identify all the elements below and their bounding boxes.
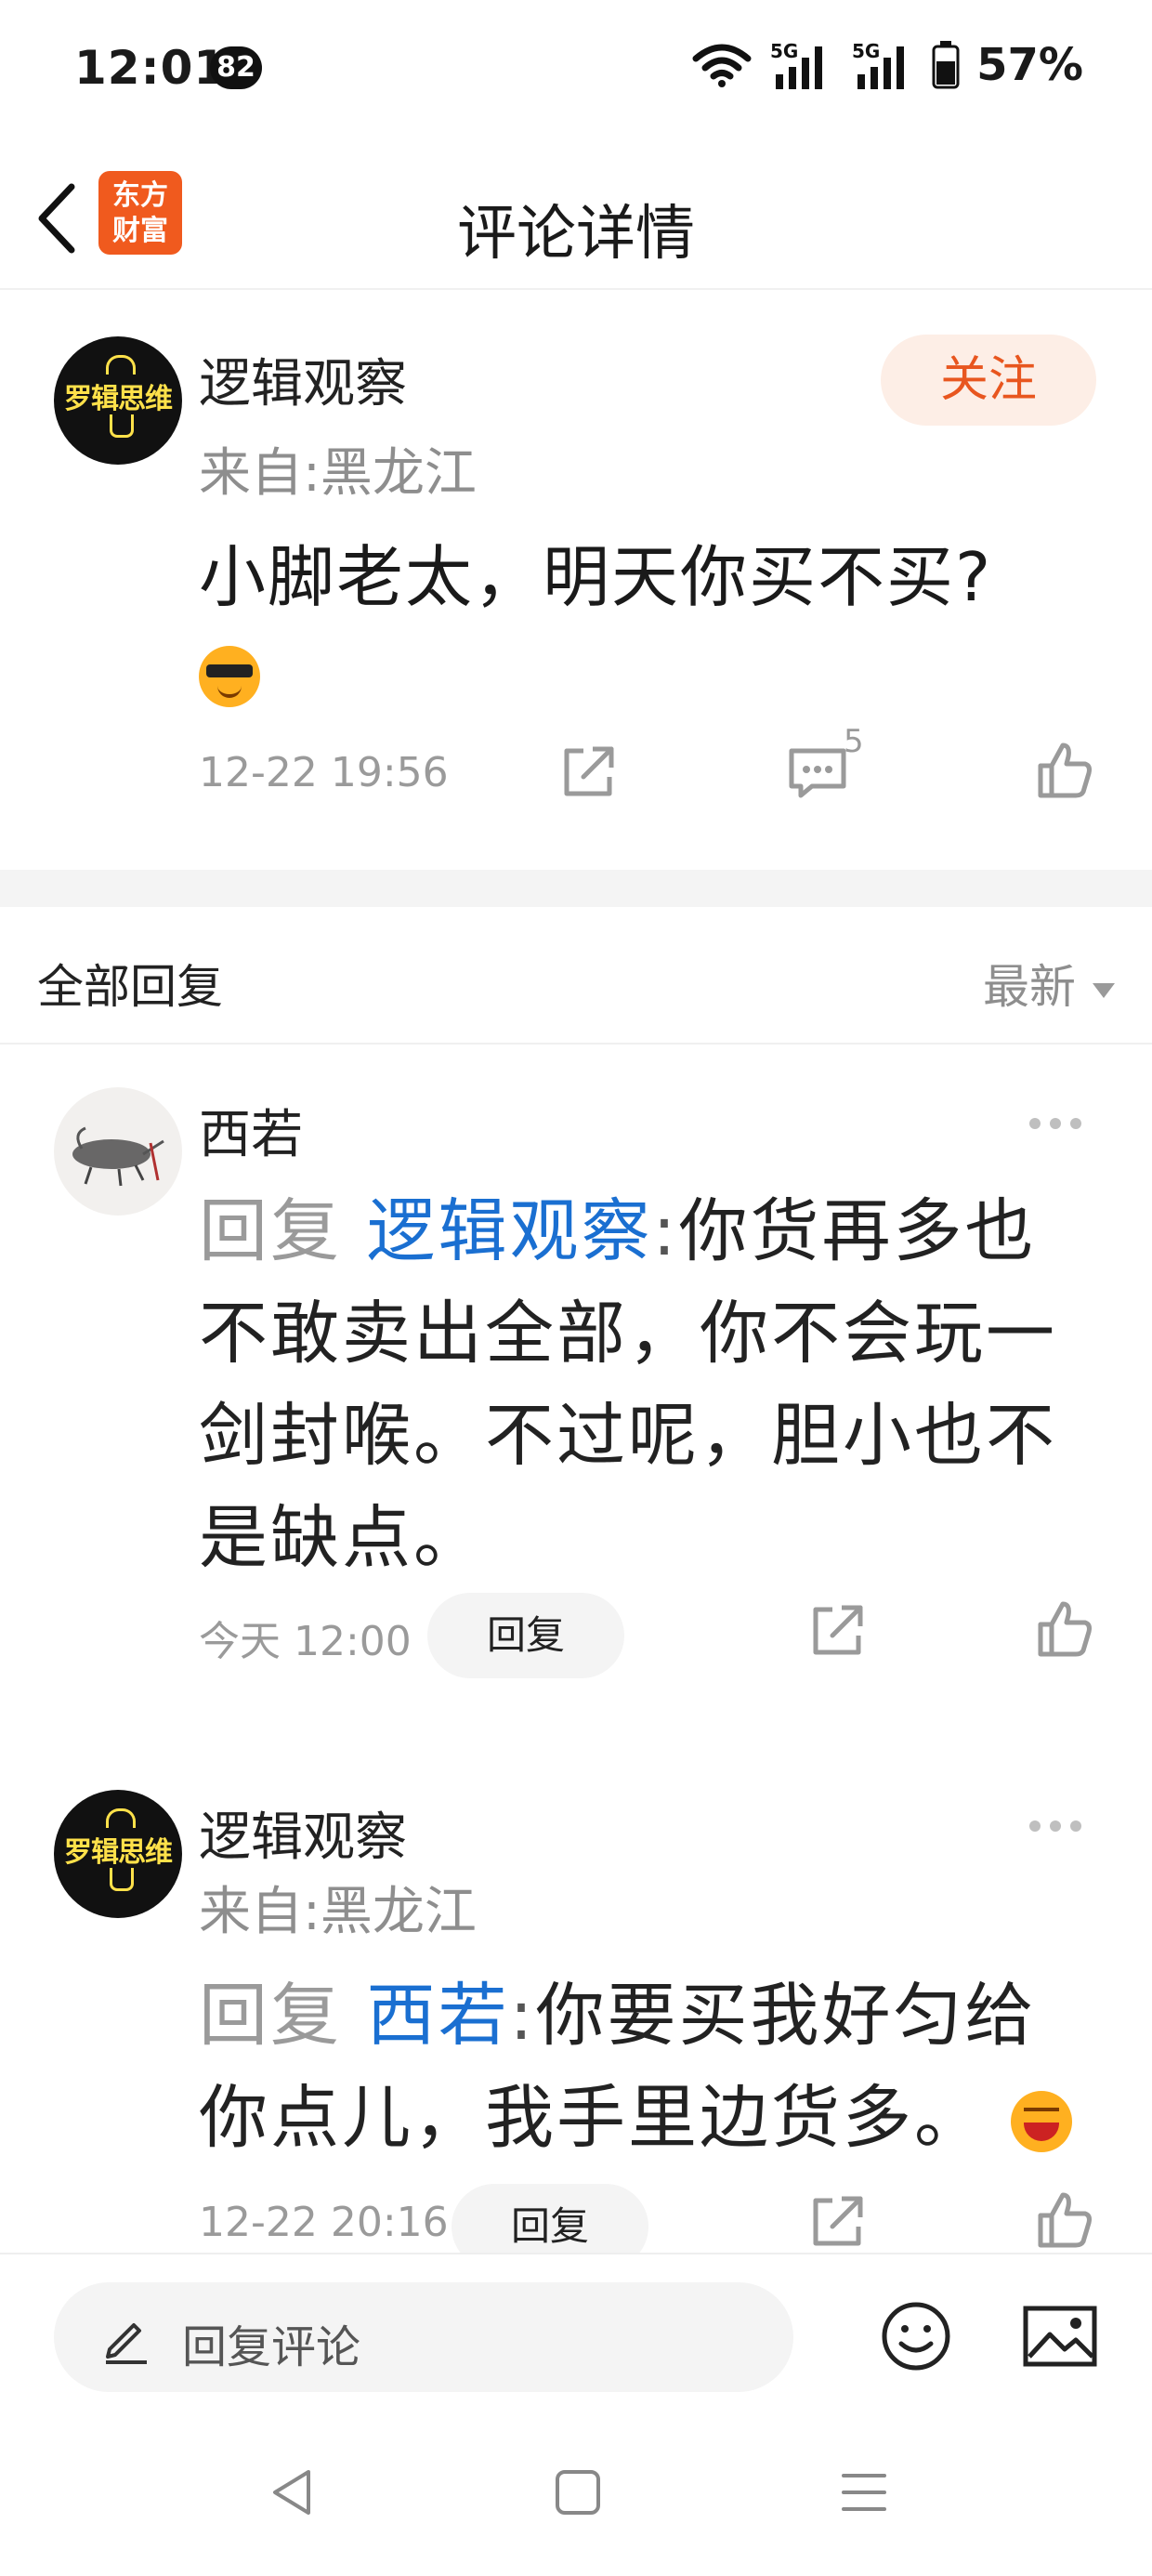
- wifi-icon: [692, 44, 752, 87]
- thumbs-up-icon: [1038, 2192, 1092, 2248]
- triangle-back-icon: [273, 2470, 310, 2515]
- nav-menu-button[interactable]: [838, 2466, 890, 2518]
- svg-text:5G: 5G: [852, 40, 880, 62]
- like-button[interactable]: [1031, 2188, 1098, 2253]
- avatar[interactable]: [54, 1087, 182, 1216]
- reply-prefix: 回复: [199, 1191, 342, 1271]
- svg-text:5G: 5G: [770, 40, 798, 62]
- cellular-signal-icon-2: 5G: [852, 40, 905, 89]
- share-icon: [813, 1605, 863, 1655]
- reply-separator: :: [652, 1191, 679, 1271]
- nav-home-button[interactable]: [552, 2466, 604, 2518]
- share-button[interactable]: [805, 1597, 871, 1663]
- cellular-signal-icon: 5G: [770, 40, 823, 89]
- lightbulb-base-icon: [110, 414, 134, 438]
- replies-header: 全部回复 最新: [0, 907, 1152, 1045]
- like-button[interactable]: [1031, 738, 1098, 805]
- cool-sunglasses-emoji-icon: [199, 646, 260, 708]
- reply-button[interactable]: 回复: [427, 1593, 624, 1678]
- share-icon: [813, 2196, 863, 2246]
- image-icon: [1023, 2306, 1097, 2367]
- reply-time: 今天 12:00: [199, 1618, 412, 1665]
- follow-button[interactable]: 关注: [881, 335, 1096, 426]
- share-button[interactable]: [805, 2188, 871, 2253]
- reply-separator: :: [509, 1976, 536, 2056]
- more-options-button[interactable]: [1029, 1115, 1094, 1152]
- emoji-button[interactable]: [879, 2299, 953, 2373]
- reply-composer-bar: 回复评论: [0, 2253, 1152, 2418]
- reply-mention-link[interactable]: 西若: [367, 1976, 510, 2056]
- ink-painting-avatar-icon: [72, 1126, 164, 1187]
- share-icon: [564, 746, 614, 796]
- lightbulb-icon: [106, 355, 136, 375]
- share-button[interactable]: [556, 738, 622, 805]
- comment-count: 5: [844, 723, 864, 760]
- sort-label: 最新: [983, 960, 1076, 1014]
- replies-title: 全部回复: [37, 960, 223, 1014]
- battery-percent: 57%: [976, 39, 1083, 91]
- comment-bubble-icon: [789, 748, 846, 798]
- status-bar: 12:01 82 5G 5G 57%: [0, 0, 1152, 139]
- battery-icon: [932, 41, 960, 89]
- hamburger-menu-icon: [842, 2474, 886, 2511]
- reply-input[interactable]: 回复评论: [54, 2282, 793, 2392]
- section-divider: [0, 870, 1152, 907]
- reply-text: 回复 西若:你要买我好匀给你点儿，我手里边货多。: [199, 1965, 1091, 2169]
- reply-item: 西若 回复 逻辑观察:你货再多也不敢卖出全部，你不会玩一剑封喉。不过呢，胆小也不…: [0, 1045, 1152, 1714]
- comment-location: 来自:黑龙江: [199, 443, 477, 504]
- reply-mention-link[interactable]: 逻辑观察: [367, 1191, 653, 1271]
- image-button[interactable]: [1022, 2303, 1098, 2370]
- comment-time: 12-22 19:56: [199, 749, 449, 796]
- reply-item: 罗辑思维 逻辑观察 来自:黑龙江 回复 西若:你要买我好匀给你点儿，我手里边货多…: [0, 1747, 1152, 2253]
- lightbulb-base-icon: [110, 1868, 134, 1891]
- comment-button[interactable]: [784, 738, 851, 805]
- reply-prefix: 回复: [199, 1976, 342, 2056]
- comment-emoji-row: [199, 633, 1054, 711]
- system-nav-bar: [0, 2416, 1152, 2576]
- page-title: 评论详情: [457, 200, 695, 269]
- avatar-logo-text: 罗辑思维: [64, 1836, 173, 1869]
- comment-text: 小脚老太，明天你买不买?: [199, 522, 1054, 711]
- status-indicators: 5G 5G 57%: [692, 37, 1083, 93]
- avatar[interactable]: 罗辑思维: [54, 336, 182, 465]
- smiley-icon: [882, 2302, 950, 2371]
- reply-meta-row: 今天 12:00 回复: [199, 1593, 1109, 1678]
- main-comment: 罗辑思维 逻辑观察 来自:黑龙江 关注 小脚老太，明天你买不买? 12-22 1…: [0, 290, 1152, 870]
- reply-input-placeholder: 回复评论: [182, 2321, 361, 2373]
- sort-dropdown[interactable]: 最新: [983, 950, 1115, 1017]
- avatar[interactable]: 罗辑思维: [54, 1790, 182, 1918]
- thumbs-up-icon: [1038, 1601, 1092, 1657]
- like-button[interactable]: [1031, 1597, 1098, 1663]
- thumbs-up-icon: [1038, 743, 1092, 798]
- more-options-button[interactable]: [1029, 1818, 1094, 1855]
- lightbulb-icon: [106, 1808, 136, 1828]
- comment-username[interactable]: 逻辑观察: [199, 342, 407, 417]
- dropdown-triangle-icon: [1093, 982, 1115, 998]
- status-time: 12:01: [74, 41, 228, 95]
- comment-meta-row: 12-22 19:56 5: [199, 723, 1109, 812]
- top-nav-bar: 东方 财富 评论详情: [0, 149, 1152, 290]
- square-home-icon: [556, 2470, 600, 2515]
- reply-text: 回复 逻辑观察:你货再多也不敢卖出全部，你不会玩一剑封喉。不过呢，胆小也不是缺点…: [199, 1180, 1091, 1589]
- comment-text-content: 小脚老太，明天你买不买?: [199, 538, 993, 616]
- reply-button[interactable]: 回复: [452, 2184, 648, 2253]
- avatar-logo-text: 罗辑思维: [64, 383, 173, 415]
- reply-location: 来自:黑龙江: [199, 1882, 477, 1942]
- notification-badge: 82: [210, 46, 262, 89]
- reply-username[interactable]: 西若: [199, 1093, 303, 1168]
- reply-time: 12-22 20:16: [199, 2199, 449, 2246]
- nav-back-button[interactable]: [266, 2464, 321, 2520]
- pencil-icon: [106, 2323, 147, 2364]
- reply-meta-row: 12-22 20:16 回复: [199, 2184, 1109, 2253]
- laughing-emoji-icon: [1010, 2091, 1072, 2153]
- reply-username[interactable]: 逻辑观察: [199, 1795, 407, 1871]
